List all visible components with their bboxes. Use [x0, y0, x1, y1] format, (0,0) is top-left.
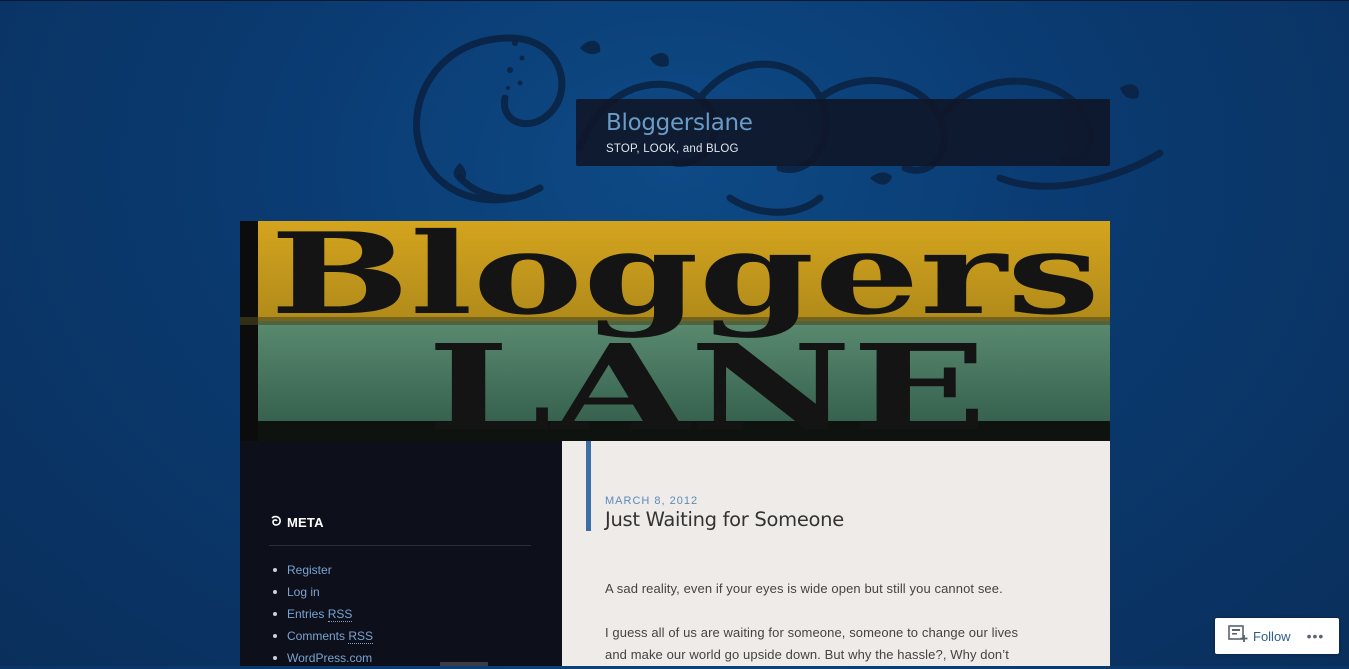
meta-widget-title: META: [270, 515, 324, 530]
site-header: Bloggerslane STOP, LOOK, and BLOG: [576, 99, 1110, 166]
site-title[interactable]: Bloggerslane: [606, 109, 1110, 137]
meta-widget-label: META: [287, 515, 324, 530]
post-accent-bar: [586, 441, 591, 531]
follow-label: Follow: [1253, 628, 1291, 644]
meta-link-login[interactable]: Log in: [271, 581, 373, 603]
meta-link-register[interactable]: Register: [271, 559, 373, 581]
follow-reader-icon: [1228, 624, 1248, 648]
main-content: MARCH 8, 2012 Just Waiting for Someone A…: [562, 441, 1110, 666]
swirl-icon: [270, 515, 282, 530]
banner-word-lane: LANE: [427, 318, 987, 441]
top-edge: [0, 0, 1349, 1]
bottom-scroll-indicator: [440, 662, 488, 666]
post-date[interactable]: MARCH 8, 2012: [605, 495, 698, 507]
post-paragraph: and make our world go upside down. But w…: [605, 647, 1009, 662]
meta-list: Register Log in Entries RSS Comments RSS…: [271, 559, 374, 669]
meta-link-entries-rss[interactable]: Entries RSS: [271, 603, 373, 625]
widget-divider: [269, 545, 531, 546]
meta-link-comments-rss[interactable]: Comments RSS: [271, 625, 374, 647]
post-title[interactable]: Just Waiting for Someone: [605, 508, 844, 531]
sidebar: META Register Log in Entries RSS Comment…: [240, 441, 562, 666]
header-banner-image[interactable]: Bloggers LANE: [240, 221, 1110, 441]
follow-button[interactable]: Follow •••: [1215, 618, 1339, 654]
site-description: STOP, LOOK, and BLOG: [606, 143, 739, 155]
post-paragraph: I guess all of us are waiting for someon…: [605, 625, 1019, 640]
post-paragraph: A sad reality, even if your eyes is wide…: [605, 581, 1003, 596]
ellipsis-icon[interactable]: •••: [1307, 628, 1325, 644]
